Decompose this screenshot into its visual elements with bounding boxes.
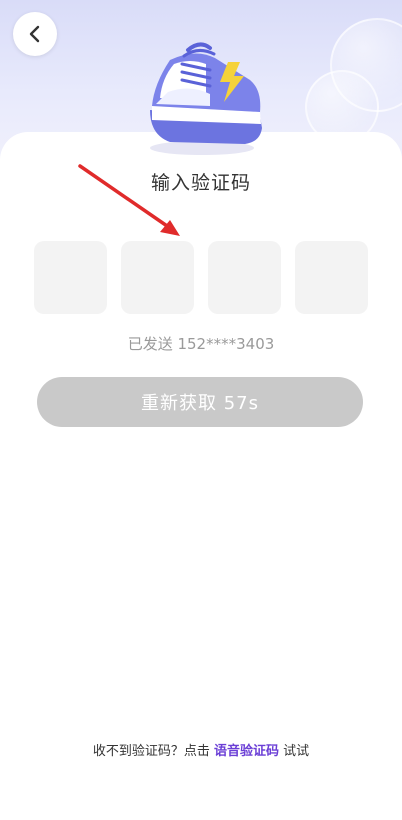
otp-digit-1[interactable] xyxy=(34,241,107,314)
sent-phone-text: 已发送 152****3403 xyxy=(127,335,275,353)
voice-code-link[interactable]: 语音验证码 xyxy=(214,744,279,759)
chevron-left-icon xyxy=(29,25,40,43)
page-title: 输入验证码 xyxy=(150,172,251,194)
otp-digit-4[interactable] xyxy=(295,241,368,314)
voice-tip-suffix: 试试 xyxy=(283,744,310,759)
sneaker-icon xyxy=(150,42,262,155)
voice-code-tip: 收不到验证码？点击 语音验证码 试试 xyxy=(0,740,402,759)
voice-tip-prefix: 收不到验证码？点击 xyxy=(92,744,210,759)
resend-button[interactable]: 重新获取 57s xyxy=(37,377,363,427)
back-button[interactable] xyxy=(13,12,57,56)
content-card xyxy=(0,132,402,820)
otp-digit-3[interactable] xyxy=(208,241,281,314)
otp-digit-2[interactable] xyxy=(121,241,194,314)
otp-input-group xyxy=(34,241,368,314)
